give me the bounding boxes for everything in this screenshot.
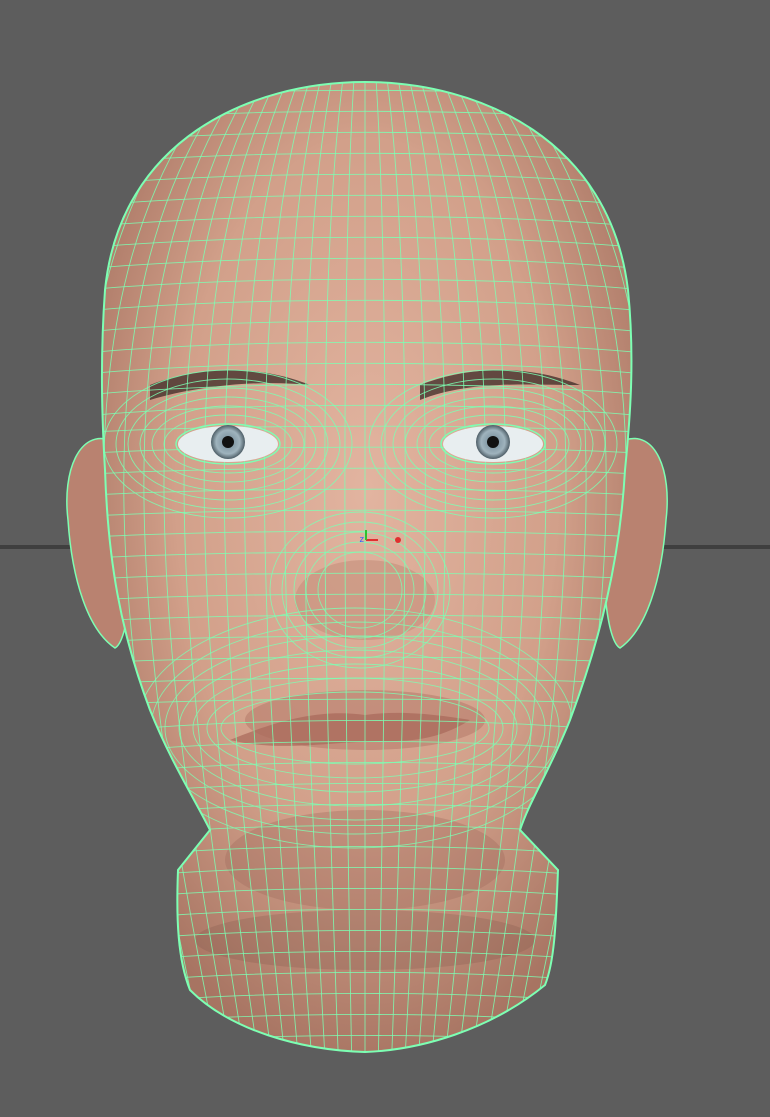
eye-right [440,423,546,465]
viewport-scene[interactable]: z [0,0,770,1117]
head-mesh[interactable] [60,70,670,1060]
pupil-right [487,436,499,448]
3d-viewport[interactable]: z [0,0,770,1117]
eye-left [175,423,281,465]
pupil-left [222,436,234,448]
axis-z-label: z [359,535,364,545]
